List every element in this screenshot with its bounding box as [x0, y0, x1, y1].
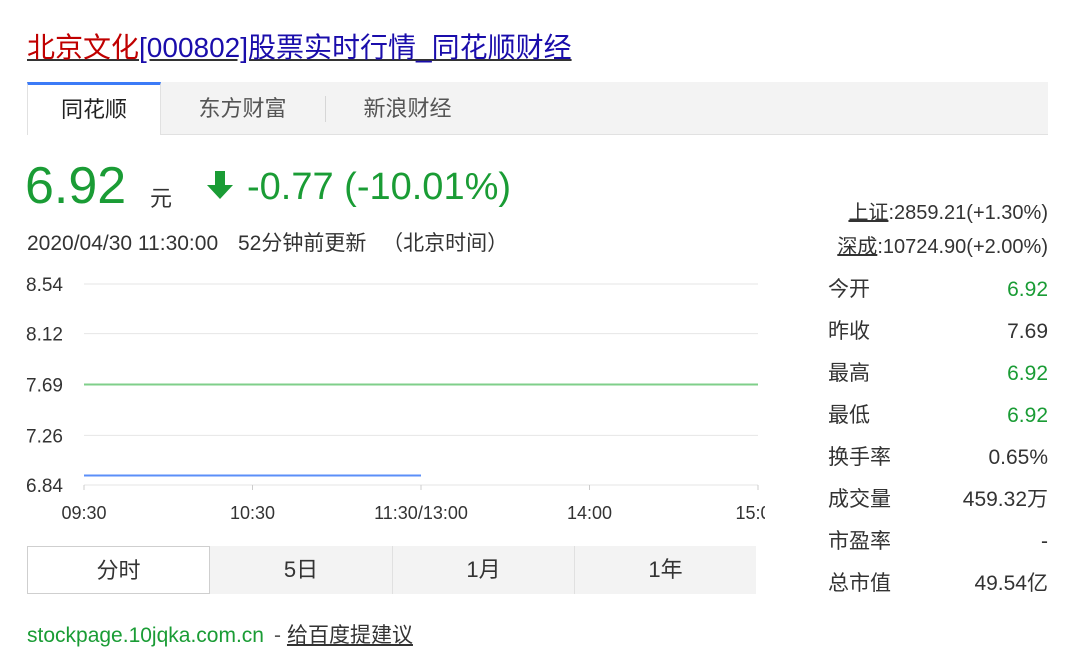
change-value: -0.77 (-10.01%) [247, 166, 512, 208]
period-1-year[interactable]: 1年 [575, 546, 756, 594]
stat-row-low: 最低 6.92 [828, 402, 1048, 444]
index-shanghai: 上证:2859.21(+1.30%) [848, 196, 1048, 225]
source-url[interactable]: stockpage.10jqka.com.cn [27, 624, 264, 647]
tab-label: 新浪财经 [363, 96, 452, 121]
stat-label: 昨收 [828, 320, 870, 343]
stat-value: 7.69 [1007, 320, 1048, 343]
stat-row-turnover: 换手率 0.65% [828, 444, 1048, 486]
period-label: 1年 [648, 557, 683, 582]
footer: stockpage.10jqka.com.cn - 给百度提建议 [27, 619, 413, 649]
tab-label: 东方财富 [198, 96, 287, 121]
stat-label: 今开 [828, 278, 870, 301]
stat-label: 最高 [828, 362, 870, 385]
stat-value: - [1041, 530, 1048, 553]
stat-row-open: 今开 6.92 [828, 276, 1048, 318]
price-unit: 元 [150, 186, 173, 211]
index-shenzhen: 深成:10724.90(+2.00%) [837, 230, 1048, 259]
stat-value: 0.65% [988, 446, 1048, 469]
stat-value: 6.92 [1007, 362, 1048, 385]
index-shanghai-value: :2859.21(+1.30%) [888, 202, 1048, 224]
stat-label: 市盈率 [828, 530, 891, 553]
current-price: 6.92 [25, 157, 127, 215]
stat-row-market-cap: 总市值 49.54亿 [828, 570, 1048, 612]
timezone-note: （北京时间） [382, 232, 509, 255]
title-stock-name[interactable]: 北京文化 [27, 32, 139, 63]
source-tab-bar: 同花顺 东方财富 新浪财经 [27, 82, 1048, 135]
x-tick-label: 15:00 [735, 503, 765, 523]
tab-label: 同花顺 [60, 97, 127, 122]
x-tick-label: 11:30/13:00 [374, 503, 468, 523]
x-tick-label: 14:00 [567, 503, 612, 523]
y-tick-label: 7.26 [26, 426, 63, 447]
tab-eastmoney[interactable]: 东方财富 [160, 82, 325, 134]
tab-tonghuashun[interactable]: 同花顺 [27, 82, 161, 135]
stat-row-pe: 市盈率 - [828, 528, 1048, 570]
period-label: 1月 [466, 557, 501, 582]
stat-label: 最低 [828, 404, 870, 427]
update-time: 2020/04/30 11:30:00 52分钟前更新 （北京时间） [27, 227, 508, 257]
x-tick-label: 10:30 [230, 503, 275, 523]
title-rest[interactable]: [000802]股票实时行情_同花顺财经 [139, 32, 572, 63]
index-shenzhen-value: :10724.90(+2.00%) [877, 236, 1048, 258]
y-tick-label: 7.69 [26, 376, 63, 397]
result-title-link[interactable]: 北京文化[000802]股票实时行情_同花顺财经 [27, 30, 572, 66]
period-1-month[interactable]: 1月 [393, 546, 574, 594]
intraday-chart: 8.54 8.12 7.69 7.26 6.84 09:30 10:30 11:30/13:0… [20, 268, 781, 530]
price-change: -0.77 (-10.01%) [205, 164, 511, 212]
period-label: 分时 [96, 558, 141, 583]
stat-row-prev-close: 昨收 7.69 [828, 318, 1048, 360]
footer-dash: - [273, 624, 281, 647]
stat-value: 49.54亿 [974, 572, 1048, 595]
period-intraday[interactable]: 分时 [27, 546, 210, 594]
stat-value: 6.92 [1007, 278, 1048, 301]
index-shanghai-link[interactable]: 上证 [848, 202, 888, 224]
stat-value: 6.92 [1007, 404, 1048, 427]
x-tick-label: 09:30 [61, 503, 106, 523]
y-tick-label: 8.12 [26, 325, 63, 346]
tab-sina-finance[interactable]: 新浪财经 [326, 82, 489, 134]
quote-time: 2020/04/30 11:30:00 [27, 232, 219, 255]
index-shenzhen-link[interactable]: 深成 [837, 236, 877, 258]
chart-svg: 8.54 8.12 7.69 7.26 6.84 09:30 10:30 11:30/13:0… [26, 275, 781, 523]
stat-label: 换手率 [828, 446, 891, 469]
period-label: 5日 [283, 557, 319, 582]
y-tick-label: 6.84 [26, 476, 63, 497]
down-arrow-icon [205, 166, 235, 212]
feedback-link[interactable]: 给百度提建议 [287, 624, 413, 647]
period-5-day[interactable]: 5日 [210, 546, 392, 594]
stat-row-high: 最高 6.92 [828, 360, 1048, 402]
stats-table: 今开 6.92 昨收 7.69 最高 6.92 最低 6.92 换手率 0.65% 成交量… [828, 276, 1048, 612]
stat-label: 成交量 [828, 488, 891, 511]
stat-row-volume: 成交量 459.32万 [828, 486, 1048, 528]
updated-ago: 52分钟前更新 [237, 232, 367, 255]
stat-value: 459.32万 [962, 488, 1048, 511]
stat-label: 总市值 [828, 572, 891, 595]
y-tick-label: 8.54 [26, 275, 63, 296]
period-tab-bar: 分时 5日 1月 1年 [27, 546, 756, 594]
